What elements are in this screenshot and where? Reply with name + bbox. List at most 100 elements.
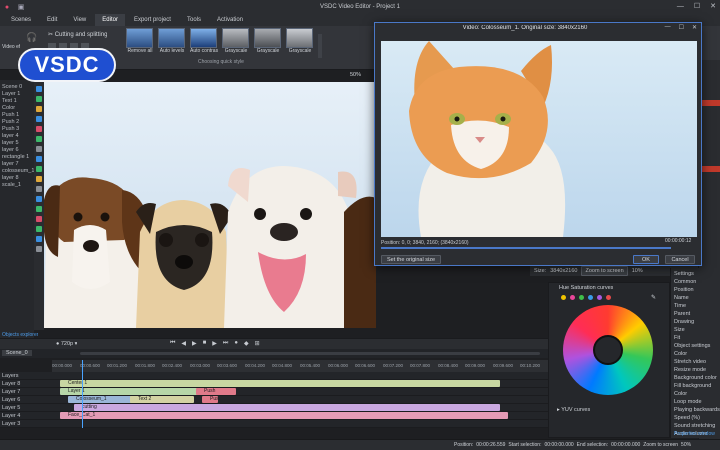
stop-icon[interactable]: ■ — [203, 340, 207, 347]
mask-tool-icon[interactable] — [36, 216, 42, 222]
transition-tool-icon[interactable] — [36, 236, 42, 242]
property-row[interactable]: Background color — [671, 374, 720, 382]
timeline-ruler[interactable]: 00:00.000 00:00.600 00:01.200 00:01.800 00:0… — [52, 360, 548, 372]
quick-style-grayscale-3[interactable]: Grayscale — [286, 28, 314, 54]
object-list-item[interactable]: Push 2 — [0, 119, 34, 126]
editor-zoom-select[interactable]: 50% — [350, 72, 361, 78]
ribbon-scroll-chevron[interactable] — [318, 34, 322, 58]
quick-style-grayscale-1[interactable]: Grayscale — [222, 28, 250, 54]
animation-tool-icon[interactable] — [36, 206, 42, 212]
object-list-item[interactable]: layer 5 — [0, 140, 34, 147]
playhead-cursor[interactable] — [82, 360, 83, 428]
property-row[interactable]: Common — [671, 278, 720, 286]
zoom-to-screen-button[interactable]: Zoom to screen — [581, 266, 628, 276]
property-row[interactable]: Playing backwards — [671, 406, 720, 414]
play-icon[interactable]: ▶ — [192, 340, 197, 347]
property-row[interactable]: Loop mode — [671, 398, 720, 406]
go-to-end-icon[interactable]: ⏭ — [223, 340, 228, 347]
object-list-item[interactable]: Scene 0 — [0, 84, 34, 91]
object-list-item[interactable]: Color — [0, 105, 34, 112]
property-row[interactable]: Size — [671, 326, 720, 334]
cancel-button[interactable]: Cancel — [665, 255, 695, 264]
object-list-item[interactable]: Push 3 — [0, 126, 34, 133]
menu-tools[interactable]: Tools — [180, 14, 208, 26]
audio-tool-icon[interactable] — [36, 136, 42, 142]
menu-view[interactable]: View — [66, 14, 93, 26]
object-list-item[interactable]: layer 4 — [0, 133, 34, 140]
object-list-item[interactable]: Layer 1 — [0, 91, 34, 98]
object-list-item[interactable]: colosseum_1 — [0, 168, 34, 175]
snap-icon[interactable]: ⊞ — [255, 340, 260, 347]
purple-channel-icon[interactable] — [597, 295, 602, 300]
property-row[interactable]: Speed (%) — [671, 414, 720, 422]
timeline-clip[interactable]: Push — [202, 396, 218, 403]
marker-icon[interactable]: ◆ — [244, 340, 249, 347]
shape-tool-icon[interactable] — [36, 106, 42, 112]
object-list-item[interactable]: layer 6 — [0, 147, 34, 154]
menu-edit[interactable]: Edit — [40, 14, 64, 26]
status-zoom-label[interactable]: Zoom to screen — [643, 442, 678, 448]
timeline-scene-tab[interactable]: Scene_0 — [2, 350, 32, 356]
chart-tool-icon[interactable] — [36, 176, 42, 182]
minimize-icon[interactable]: — — [677, 0, 684, 14]
preview-close-icon[interactable]: ✕ — [692, 24, 697, 31]
timeline-scrollbar[interactable] — [80, 352, 540, 355]
property-row[interactable]: Fill background — [671, 382, 720, 390]
property-row[interactable]: Fit — [671, 334, 720, 342]
property-row[interactable]: Position — [671, 286, 720, 294]
video-tool-icon[interactable] — [36, 126, 42, 132]
color-wheel[interactable] — [563, 305, 653, 395]
timeline-clip[interactable]: Colosseum_1 — [68, 396, 138, 403]
menu-activation[interactable]: Activation — [210, 14, 250, 26]
video-effects-button[interactable]: Video effects — [2, 44, 20, 50]
timeline-clip[interactable]: cutting — [74, 404, 500, 411]
subtitle-tool-icon[interactable] — [36, 196, 42, 202]
quick-style-auto-levels[interactable]: Auto levels — [158, 28, 186, 54]
step-back-icon[interactable]: ◀ — [181, 340, 186, 347]
record-icon[interactable]: ● — [234, 340, 238, 347]
ellipse-tool-icon[interactable] — [36, 156, 42, 162]
crop-side-tool-icon[interactable] — [36, 246, 42, 252]
property-row[interactable]: Name — [671, 294, 720, 302]
timeline-clip[interactable]: Layer 1 — [60, 388, 200, 395]
object-list-item[interactable]: Text 1 — [0, 98, 34, 105]
sprite-tool-icon[interactable] — [36, 186, 42, 192]
timeline-clip[interactable]: Face_Cat_1 — [60, 412, 508, 419]
scene-canvas[interactable] — [44, 82, 376, 328]
yellow-channel-icon[interactable] — [561, 295, 566, 300]
menu-export-project[interactable]: Export project — [127, 14, 178, 26]
go-to-start-icon[interactable]: ⏮ — [170, 340, 175, 347]
quick-style-remove-all[interactable]: Remove all — [126, 28, 154, 54]
timeline-clip[interactable]: Center 1 — [60, 380, 500, 387]
audio-icon[interactable]: 🎧 — [26, 32, 37, 43]
property-row[interactable]: Resize mode — [671, 366, 720, 374]
preview-minimize-icon[interactable]: — — [665, 24, 671, 31]
property-row[interactable]: Color — [671, 390, 720, 398]
blue-channel-icon[interactable] — [588, 295, 593, 300]
cutting-splitting-button[interactable]: ✂ Cutting and splitting — [48, 31, 107, 38]
close-icon[interactable]: ✕ — [710, 0, 716, 14]
property-row[interactable]: Sound stretching — [671, 422, 720, 430]
object-list-item[interactable]: layer 8 — [0, 175, 34, 182]
object-list-item[interactable]: scale_1 — [0, 182, 34, 189]
property-row[interactable]: Time — [671, 302, 720, 310]
preview-seek-bar[interactable] — [381, 247, 671, 249]
image-tool-icon[interactable] — [36, 116, 42, 122]
property-row[interactable]: Color — [671, 350, 720, 358]
quick-style-auto-contrast[interactable]: Auto contrast — [190, 28, 218, 54]
timeline-resolution-select[interactable]: ● 720p ▾ — [56, 341, 77, 347]
preview-maximize-icon[interactable]: ☐ — [679, 24, 684, 31]
property-row[interactable]: Parent — [671, 310, 720, 318]
maximize-icon[interactable]: ☐ — [694, 0, 700, 14]
line-tool-icon[interactable] — [36, 146, 42, 152]
yuv-curves-toggle[interactable]: ▸ YUV curves — [557, 407, 590, 413]
step-forward-icon[interactable]: ▶ — [212, 340, 217, 347]
green-channel-icon[interactable] — [579, 295, 584, 300]
property-row[interactable]: Stretch video — [671, 358, 720, 366]
property-row[interactable]: Settings — [671, 270, 720, 278]
rectangle-tool-icon[interactable] — [36, 166, 42, 172]
quick-style-grayscale-2[interactable]: Grayscale — [254, 28, 282, 54]
menu-editor[interactable]: Editor — [95, 14, 125, 26]
menu-scenes[interactable]: Scenes — [4, 14, 38, 26]
set-original-size-select[interactable]: Set the original size — [381, 255, 441, 264]
